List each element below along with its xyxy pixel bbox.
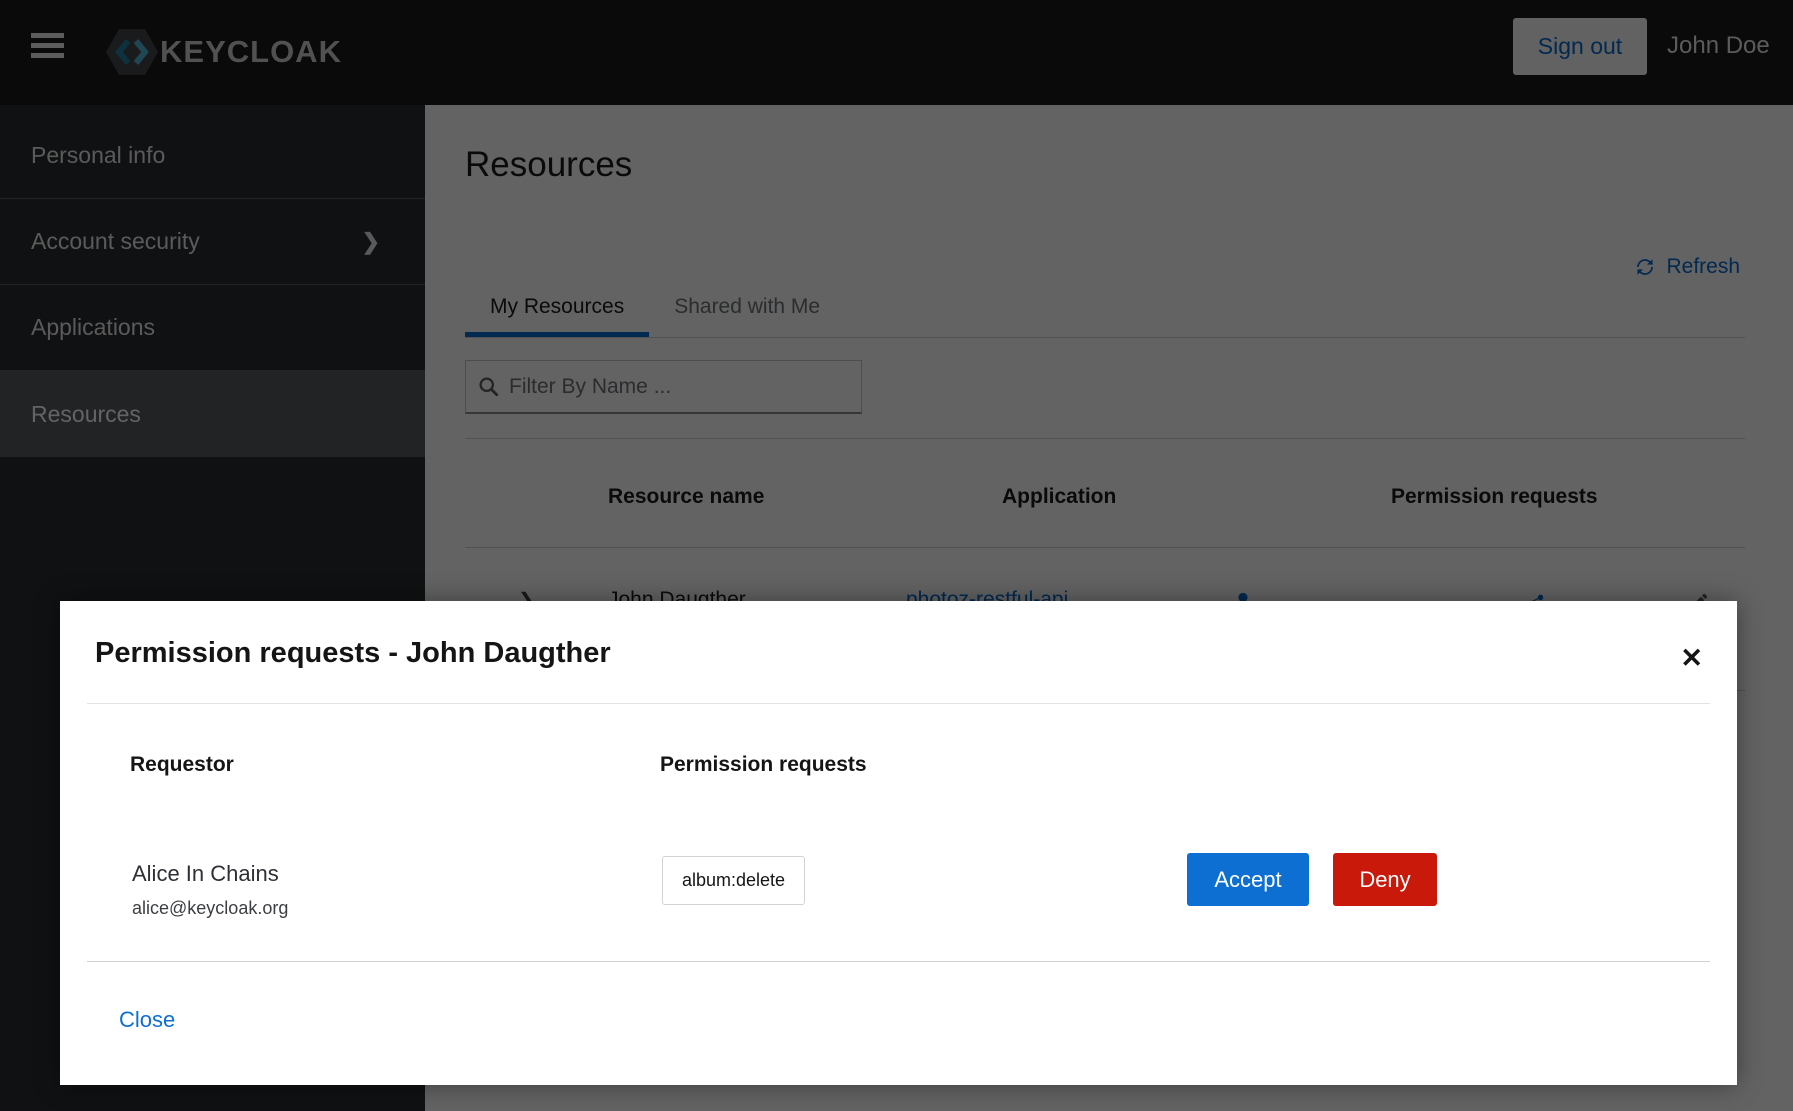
modal-title: Permission requests - John Daugther — [95, 637, 611, 670]
requestor-email: alice@keycloak.org — [132, 898, 288, 919]
accept-button[interactable]: Accept — [1187, 853, 1309, 906]
modal-column-header-permission-requests: Permission requests — [660, 753, 867, 777]
close-link[interactable]: Close — [119, 1007, 175, 1033]
deny-button[interactable]: Deny — [1333, 853, 1437, 906]
modal-column-header-requestor: Requestor — [130, 753, 234, 777]
permission-requests-modal: Permission requests - John Daugther ✕ Re… — [60, 601, 1737, 1085]
divider — [87, 961, 1710, 962]
close-icon[interactable]: ✕ — [1680, 643, 1703, 674]
divider — [87, 703, 1710, 704]
permission-chip: album:delete — [662, 856, 805, 905]
requestor-name: Alice In Chains — [132, 861, 279, 887]
